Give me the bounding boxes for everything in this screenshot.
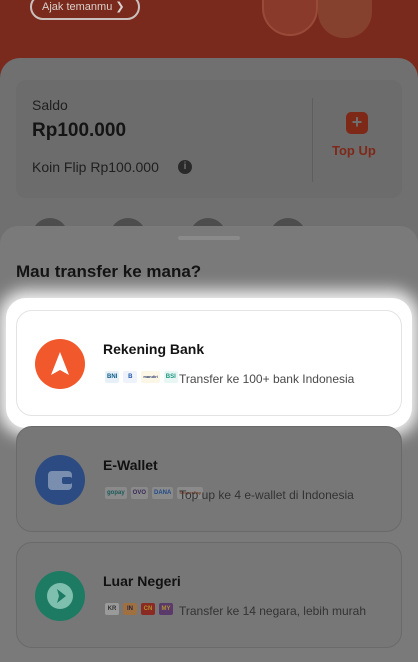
- saldo-label: Saldo: [32, 97, 68, 113]
- flag-icon: KR: [105, 603, 119, 615]
- bank-logos: BNI B mandiri BSI: [105, 371, 178, 385]
- divider: [312, 98, 313, 182]
- wallet-icon: [35, 455, 85, 505]
- option-title: Rekening Bank: [103, 341, 205, 357]
- sheet-grabber[interactable]: [178, 236, 240, 240]
- globe-plane-icon: [35, 571, 85, 621]
- koin-flip-label: Koin Flip Rp100.000: [32, 159, 159, 175]
- option-title: Luar Negeri: [103, 573, 181, 589]
- flag-icon: CN: [141, 603, 155, 615]
- option-title: E-Wallet: [103, 457, 158, 473]
- option-description: Top up ke 4 e-wallet di Indonesia: [179, 488, 354, 502]
- option-description: Transfer ke 14 negara, lebih murah: [179, 604, 366, 618]
- flag-icon: IN: [123, 603, 137, 615]
- option-e-wallet[interactable]: E-Wallet gopay OVO DANA ShopeePay Top up…: [16, 426, 402, 532]
- option-description: Transfer ke 100+ bank Indonesia: [179, 372, 355, 386]
- option-rekening-bank[interactable]: Rekening Bank BNI B mandiri BSI Transfer…: [16, 310, 402, 416]
- saldo-amount: Rp100.000: [32, 120, 127, 141]
- option-luar-negeri[interactable]: Luar Negeri KR IN CN MY Transfer ke 14 n…: [16, 542, 402, 648]
- ewallet-logo: OVO: [130, 487, 149, 499]
- paper-plane-icon: [35, 339, 85, 389]
- sheet-title: Mau transfer ke mana?: [16, 262, 202, 281]
- ewallet-logo: DANA: [152, 487, 174, 499]
- top-up-button[interactable]: Top Up: [332, 143, 376, 158]
- info-icon[interactable]: i: [178, 160, 192, 174]
- country-flags: KR IN CN MY: [105, 603, 173, 617]
- bank-logo: BNI: [105, 371, 120, 383]
- plus-icon[interactable]: +: [346, 112, 368, 134]
- flag-icon: MY: [159, 603, 173, 615]
- ewallet-logo: gopay: [105, 487, 127, 499]
- bank-logo: BSI: [163, 371, 178, 383]
- bank-logo: B: [123, 371, 138, 383]
- bank-logo: mandiri: [141, 371, 160, 383]
- invite-friends-button[interactable]: Ajak temanmu ❯: [30, 0, 140, 20]
